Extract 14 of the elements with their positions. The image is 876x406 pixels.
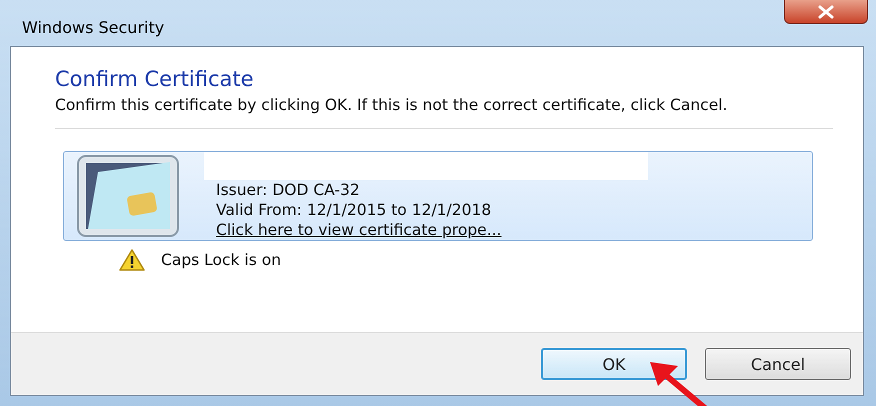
certificate-properties-link[interactable]: Click here to view certificate prope... [216,220,648,240]
warning-icon [119,249,145,271]
dialog-button[interactable]: OK [541,348,687,380]
caps-lock-warning: Caps Lock is on [161,251,282,269]
window-title: Windows Security [22,18,164,37]
dialog-heading: Confirm Certificate [55,67,255,91]
close-icon [817,4,835,18]
dialog-message: Confirm this certificate by clicking OK. If this is not the correct certificate, click Cancel. [55,95,728,116]
issuer-text: Issuer: DOD CA-32 [216,180,361,200]
smart-card-icon [76,154,180,238]
close-button[interactable] [784,0,868,24]
dialog-button[interactable]: Cancel [705,348,851,380]
certificate-tile[interactable]: Issuer: DOD CA-32 Valid From: 12/1/2015 to 12/1/2018 Click here to view certificate prope... [63,151,813,241]
validity-text: Valid From: 12/1/2015 to 12/1/2018 [216,200,492,220]
